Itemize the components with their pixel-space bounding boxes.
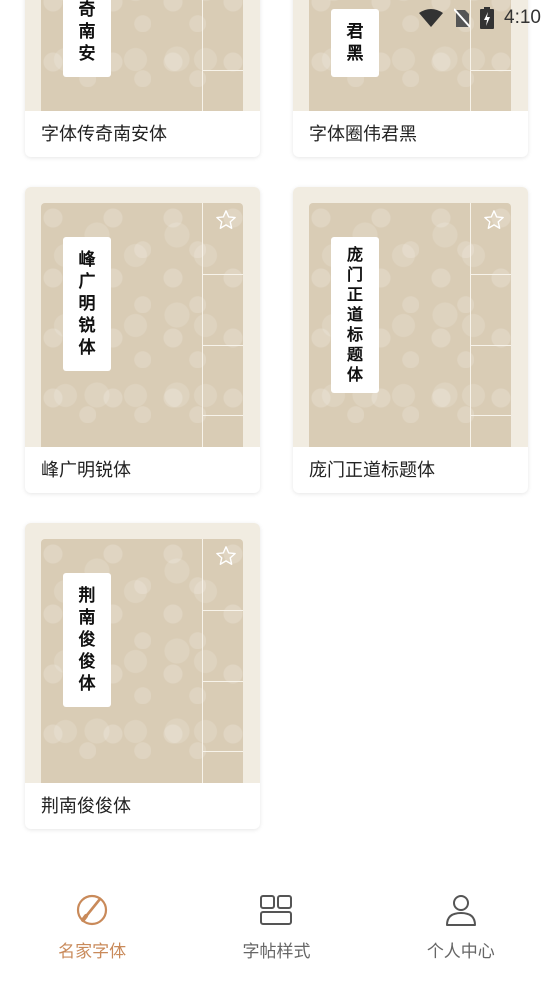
favorite-star-icon[interactable]	[215, 209, 237, 231]
font-sample-strip: 峰广明锐体	[63, 237, 111, 371]
font-card[interactable]: 荆南俊俊体 荆南俊俊体	[25, 523, 260, 829]
font-sample-strip: 奇南安	[63, 0, 111, 77]
font-sample-strip: 荆南俊俊体	[63, 573, 111, 707]
nav-label: 名家字体	[58, 942, 127, 962]
user-icon	[445, 895, 476, 926]
nav-copybook-styles[interactable]: 字帖样式	[201, 893, 351, 962]
clock-time: 4:10	[504, 7, 541, 28]
font-cover: 奇南安	[41, 0, 243, 111]
font-title: 荆南俊俊体	[41, 796, 131, 817]
font-card[interactable]: 庞门正道标题体 庞门正道标题体	[293, 187, 528, 493]
compass-brush-icon	[77, 894, 108, 926]
font-cover: 荆南俊俊体	[41, 539, 243, 783]
battery-charging-icon	[480, 7, 495, 29]
font-card[interactable]: 奇南安 字体传奇南安体	[25, 0, 260, 157]
nav-famous-fonts[interactable]: 名家字体	[17, 893, 167, 962]
favorite-star-icon[interactable]	[483, 209, 505, 231]
bottom-nav: 名家字体 字帖样式 个人中心	[0, 873, 553, 983]
nav-label: 个人中心	[426, 942, 495, 962]
font-title: 字体圈伟君黑	[309, 124, 417, 145]
font-cover: 庞门正道标题体	[309, 203, 511, 447]
font-title: 字体传奇南安体	[41, 124, 167, 145]
nav-personal-center[interactable]: 个人中心	[386, 893, 536, 962]
font-sample-strip: 庞门正道标题体	[331, 237, 379, 393]
favorite-star-icon[interactable]	[215, 545, 237, 567]
font-title: 庞门正道标题体	[309, 460, 435, 481]
nav-label: 字帖样式	[242, 942, 311, 962]
status-bar: 4:10	[371, 0, 553, 36]
font-title: 峰广明锐体	[41, 460, 131, 481]
no-sim-icon	[454, 8, 471, 28]
wifi-icon	[419, 9, 444, 27]
font-card[interactable]: 峰广明锐体 峰广明锐体	[25, 187, 260, 493]
grid-layout-icon	[260, 895, 293, 925]
font-cover: 峰广明锐体	[41, 203, 243, 447]
